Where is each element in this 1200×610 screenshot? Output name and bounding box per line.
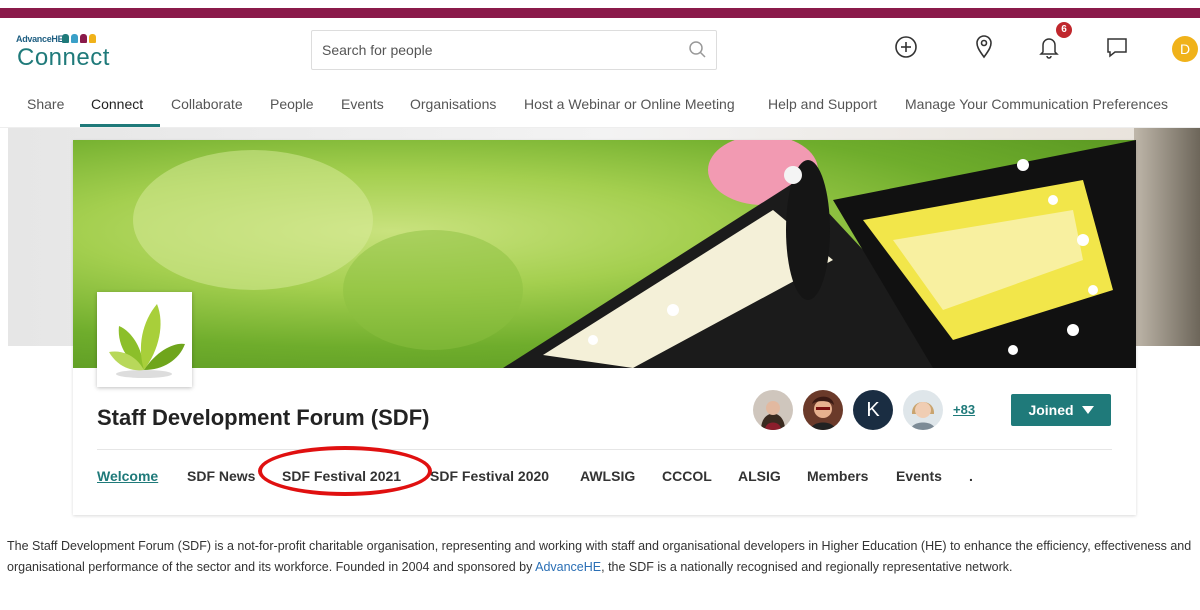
nav-organisations[interactable]: Organisations: [410, 96, 496, 112]
logo-word: Connect: [17, 44, 110, 71]
group-banner-image: [73, 140, 1136, 368]
brand-stripe: [0, 8, 1200, 18]
leaf-icon: [109, 304, 185, 378]
notification-count-badge[interactable]: 6: [1056, 22, 1072, 38]
top-stripe: [0, 0, 1200, 20]
map-pin-icon[interactable]: [969, 32, 999, 62]
group-card: Staff Development Forum (SDF) K +83 Join…: [73, 140, 1136, 515]
logo-people-icon: [62, 34, 96, 43]
main-nav: Share Connect Collaborate People Events …: [0, 88, 1200, 128]
backdrop-edge: [1134, 128, 1200, 346]
group-description: The Staff Development Forum (SDF) is a n…: [7, 536, 1200, 578]
tab-members[interactable]: Members: [807, 468, 868, 484]
tab-more[interactable]: .: [969, 468, 973, 484]
nav-host-webinar[interactable]: Host a Webinar or Online Meeting: [524, 96, 735, 112]
caret-down-icon: [1081, 406, 1094, 414]
advancehe-link[interactable]: AdvanceHE: [535, 560, 601, 574]
tab-cccol[interactable]: CCCOL: [662, 468, 712, 484]
description-text-end: , the SDF is a nationally recognised and…: [601, 560, 1013, 574]
tab-sdf-festival-2020[interactable]: SDF Festival 2020: [430, 468, 549, 484]
joined-button[interactable]: Joined: [1011, 394, 1111, 426]
nav-connect[interactable]: Connect: [91, 96, 143, 112]
nav-communication-preferences[interactable]: Manage Your Communication Preferences: [905, 96, 1168, 112]
search-input[interactable]: [312, 31, 672, 69]
joined-label: Joined: [1028, 402, 1074, 418]
nav-help-support[interactable]: Help and Support: [768, 96, 877, 112]
member-avatar[interactable]: [753, 390, 793, 430]
nav-active-indicator: [80, 124, 160, 127]
nav-people[interactable]: People: [270, 96, 314, 112]
highlight-circle: [258, 446, 432, 496]
more-members-link[interactable]: +83: [953, 402, 975, 417]
site-header: AdvanceHE Connect 6 D: [0, 20, 1200, 78]
divider: [97, 449, 1112, 450]
tab-awlsig[interactable]: AWLSIG: [580, 468, 635, 484]
nav-collaborate[interactable]: Collaborate: [171, 96, 243, 112]
advancehe-connect-logo[interactable]: AdvanceHE Connect: [16, 34, 126, 74]
tab-welcome[interactable]: Welcome: [97, 468, 158, 484]
member-avatar-initial[interactable]: K: [853, 390, 893, 430]
group-logo: [97, 292, 192, 387]
logo-small-text: AdvanceHE: [16, 34, 64, 44]
plus-circle-icon[interactable]: [891, 32, 921, 62]
chat-bubble-icon[interactable]: [1102, 32, 1132, 62]
nav-share[interactable]: Share: [27, 96, 64, 112]
group-title: Staff Development Forum (SDF): [97, 405, 430, 430]
tab-sdf-news[interactable]: SDF News: [187, 468, 255, 484]
member-avatar[interactable]: [903, 390, 943, 430]
tab-alsig[interactable]: ALSIG: [738, 468, 781, 484]
tab-events[interactable]: Events: [896, 468, 942, 484]
search-icon[interactable]: [688, 40, 708, 60]
member-avatar[interactable]: [803, 390, 843, 430]
nav-events[interactable]: Events: [341, 96, 384, 112]
people-search[interactable]: [311, 30, 717, 70]
user-avatar[interactable]: D: [1172, 36, 1198, 62]
